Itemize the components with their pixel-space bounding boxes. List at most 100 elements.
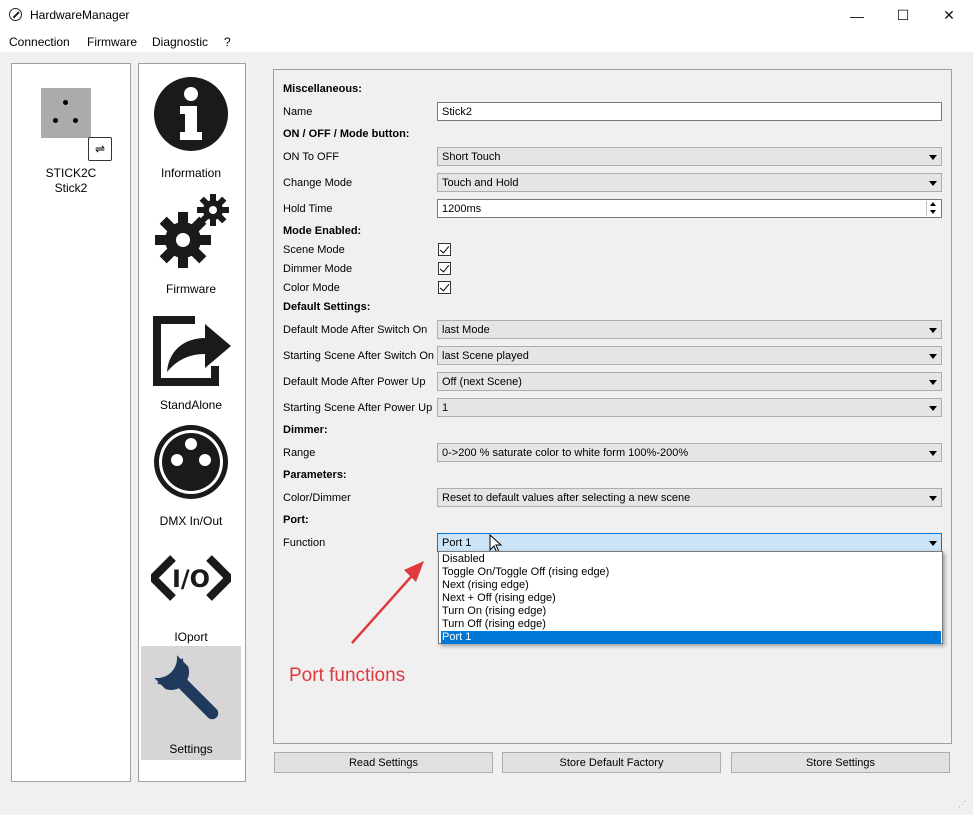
- dropdown-option[interactable]: Toggle On/Toggle Off (rising edge): [441, 566, 941, 579]
- nav-label-ioport: IOport: [174, 630, 208, 644]
- color-mode-checkbox[interactable]: [438, 281, 451, 294]
- function-label: Function: [283, 537, 326, 549]
- dropdown-option[interactable]: Next + Off (rising edge): [441, 592, 941, 605]
- nav-item-ioport[interactable]: I/O IOport: [141, 534, 241, 648]
- close-button[interactable]: ✕: [926, 0, 972, 31]
- menu-connection[interactable]: Connection: [9, 35, 70, 49]
- device-name: Stick2: [54, 181, 88, 195]
- svg-text:I/O: I/O: [172, 565, 210, 593]
- nav-label-firmware: Firmware: [166, 282, 216, 296]
- xlr-connector-icon: [154, 425, 228, 499]
- spin-arrows-icon[interactable]: [926, 201, 940, 216]
- device-model: STICK2C: [45, 166, 97, 180]
- store-settings-button[interactable]: Store Settings: [731, 752, 950, 773]
- minimize-button[interactable]: —: [834, 0, 880, 31]
- nav-label-settings: Settings: [169, 742, 213, 756]
- chevron-down-icon: [929, 181, 937, 186]
- function-select[interactable]: Port 1: [437, 533, 942, 552]
- start-scene-power-label: Starting Scene After Power Up: [283, 402, 433, 414]
- function-dropdown-list: Disabled Toggle On/Toggle Off (rising edg…: [438, 551, 943, 644]
- start-scene-power-value: 1: [442, 402, 449, 414]
- section-port: Port:: [283, 514, 309, 526]
- default-mode-power-select[interactable]: Off (next Scene): [437, 372, 942, 391]
- dropdown-option[interactable]: Port 1: [441, 631, 941, 644]
- info-icon: [154, 77, 228, 151]
- nav-item-settings[interactable]: Settings: [141, 646, 241, 760]
- chevron-down-icon: [929, 496, 937, 501]
- change-mode-select[interactable]: Touch and Hold: [437, 173, 942, 192]
- dimmer-mode-label: Dimmer Mode: [283, 263, 353, 275]
- section-default-settings: Default Settings:: [283, 301, 371, 313]
- hold-time-spinbox[interactable]: 1200ms: [437, 199, 942, 218]
- on-to-off-label: ON To OFF: [283, 151, 340, 163]
- chevron-down-icon: [929, 406, 937, 411]
- section-miscellaneous: Miscellaneous:: [283, 83, 362, 95]
- default-mode-power-label: Default Mode After Power Up: [283, 376, 426, 388]
- change-mode-value: Touch and Hold: [442, 177, 519, 189]
- default-mode-power-value: Off (next Scene): [442, 376, 522, 388]
- device-icon[interactable]: [41, 88, 91, 138]
- nav-item-dmx[interactable]: DMX In/Out: [141, 418, 241, 532]
- nav-label-standalone: StandAlone: [159, 398, 223, 412]
- chevron-down-icon: [929, 380, 937, 385]
- dropdown-option[interactable]: Disabled: [441, 553, 941, 566]
- annotation-label: Port functions: [289, 665, 406, 686]
- nav-item-information[interactable]: Information: [141, 70, 241, 184]
- section-mode-enabled: Mode Enabled:: [283, 225, 362, 237]
- menu-firmware[interactable]: Firmware: [87, 35, 137, 49]
- menu-diagnostic[interactable]: Diagnostic: [152, 35, 208, 49]
- function-value: Port 1: [442, 537, 472, 549]
- scene-mode-checkbox[interactable]: [438, 243, 451, 256]
- name-input[interactable]: Stick2: [437, 102, 942, 121]
- start-scene-power-select[interactable]: 1: [437, 398, 942, 417]
- name-label: Name: [283, 106, 313, 118]
- usb-icon: ⇌: [88, 137, 112, 161]
- chevron-down-icon: [929, 155, 937, 160]
- start-scene-switch-select[interactable]: last Scene played: [437, 346, 942, 365]
- hold-time-label: Hold Time: [283, 203, 333, 215]
- io-code-icon: I/O: [151, 555, 231, 601]
- color-dimmer-label: Color/Dimmer: [283, 492, 351, 504]
- menu-help[interactable]: ?: [224, 35, 231, 49]
- dropdown-option[interactable]: Turn On (rising edge): [441, 605, 941, 618]
- on-to-off-select[interactable]: Short Touch: [437, 147, 942, 166]
- chevron-down-icon: [929, 541, 937, 546]
- export-arrow-icon: [153, 316, 231, 386]
- hold-time-value: 1200ms: [442, 203, 482, 215]
- range-label: Range: [283, 447, 316, 459]
- dropdown-option[interactable]: Next (rising edge): [441, 579, 941, 592]
- default-mode-switch-value: last Mode: [442, 324, 490, 336]
- scene-mode-label: Scene Mode: [283, 244, 345, 256]
- read-settings-button[interactable]: Read Settings: [274, 752, 493, 773]
- nav-label-dmx: DMX In/Out: [159, 514, 223, 528]
- window-title: HardwareManager: [30, 8, 130, 22]
- chevron-down-icon: [929, 451, 937, 456]
- dimmer-mode-checkbox[interactable]: [438, 262, 451, 275]
- dropdown-option[interactable]: Turn Off (rising edge): [441, 618, 941, 631]
- default-mode-switch-select[interactable]: last Mode: [437, 320, 942, 339]
- nav-item-firmware[interactable]: Firmware: [141, 186, 241, 300]
- resize-grip-icon[interactable]: ⋰: [958, 800, 968, 810]
- nav-item-standalone[interactable]: StandAlone: [141, 302, 241, 416]
- color-dimmer-value: Reset to default values after selecting …: [442, 492, 691, 504]
- section-dimmer: Dimmer:: [283, 424, 328, 436]
- wrench-icon: [154, 655, 219, 720]
- on-to-off-value: Short Touch: [442, 151, 501, 163]
- chevron-down-icon: [929, 354, 937, 359]
- nav-label-information: Information: [160, 166, 222, 180]
- app-icon: [9, 8, 22, 21]
- annotation-arrow-icon: [351, 561, 424, 644]
- color-mode-label: Color Mode: [283, 282, 340, 294]
- menu-bar: [0, 31, 973, 52]
- color-dimmer-select[interactable]: Reset to default values after selecting …: [437, 488, 942, 507]
- section-onoff-button: ON / OFF / Mode button:: [283, 128, 410, 140]
- default-mode-switch-label: Default Mode After Switch On: [283, 324, 428, 336]
- start-scene-switch-value: last Scene played: [442, 350, 529, 362]
- maximize-button[interactable]: ☐: [880, 0, 926, 31]
- range-value: 0->200 % saturate color to white form 10…: [442, 447, 689, 459]
- store-default-factory-button[interactable]: Store Default Factory: [502, 752, 721, 773]
- section-parameters: Parameters:: [283, 469, 347, 481]
- start-scene-switch-label: Starting Scene After Switch On: [283, 350, 435, 362]
- gears-icon: [155, 194, 229, 268]
- range-select[interactable]: 0->200 % saturate color to white form 10…: [437, 443, 942, 462]
